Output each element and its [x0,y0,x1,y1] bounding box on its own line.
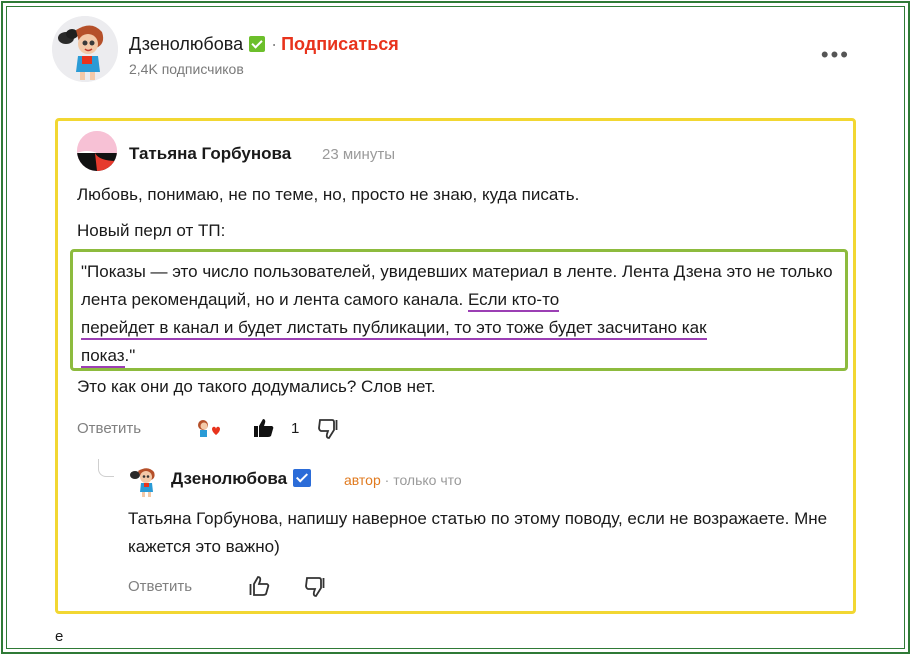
author-badge: автор [344,472,381,488]
reply-author[interactable]: Дзенолюбова [171,469,312,489]
comment-actions: Ответить 1 [77,417,377,441]
reply-timestamp: только что [393,472,462,488]
avatar-abstract-icon [77,131,117,171]
channel-name[interactable]: Дзенолюбова [129,34,243,54]
subscribe-button[interactable]: Подписаться [281,34,399,54]
verified-check-icon [249,36,266,52]
thumbs-down-icon[interactable] [304,576,326,598]
separator-dot: · [384,472,390,488]
reply-thread-connector [98,459,114,477]
commenter-avatar[interactable] [77,131,117,171]
separator-dot: · [271,34,278,54]
comment-text-line: Любовь, понимаю, не по теме, но, просто … [77,185,580,204]
reply-button[interactable]: Ответить [77,420,141,437]
subscriber-count: 2,4K подписчиков [129,61,244,77]
thumbs-up-icon[interactable] [248,575,270,597]
author-heart-reaction-icon [195,417,221,441]
stray-text: e [55,628,64,645]
quote-part: "Показы — это число пользователей, увиде… [81,262,833,309]
quote-text: "Показы — это число пользователей, увиде… [81,258,841,370]
quote-highlight: "Показы — это число пользователей, увиде… [70,249,848,371]
thumbs-up-filled-icon[interactable] [253,417,275,439]
thumbs-down-icon[interactable] [317,418,339,440]
comment-timestamp: 23 минуты [322,146,395,163]
quote-underlined: Если кто-то [467,290,560,312]
more-options-icon[interactable]: ••• [821,42,850,68]
quote-underlined: показ [81,346,125,368]
cartoon-girl-icon [130,468,155,497]
comment-author[interactable]: Татьяна Горбунова [129,144,291,164]
comment-text-line: Новый перл от ТП: [77,221,226,240]
reply-text: Татьяна Горбунова, напишу наверное стать… [128,509,828,556]
cartoon-girl-icon [52,16,118,82]
channel-avatar[interactable] [52,16,118,82]
verified-check-icon [293,469,312,487]
reply-author-name[interactable]: Дзенолюбова [171,469,287,488]
reply-button[interactable]: Ответить [128,578,192,595]
channel-header: Дзенолюбова · Подписаться 2,4K подписчиков… [52,16,852,88]
channel-title[interactable]: Дзенолюбова · Подписаться [129,34,399,55]
comment-card: Татьяна Горбунова 23 минуты Любовь, пони… [55,118,856,614]
quote-underlined: перейдет в канал и будет листать публика… [81,318,707,340]
like-count: 1 [291,420,300,437]
comment-text-line: Это как они до такого додумались? Слов н… [77,377,436,396]
reply-actions: Ответить [128,575,388,599]
reply-meta: автор · только что [344,472,462,488]
quote-part: ." [124,346,136,365]
reply-avatar[interactable] [128,463,162,497]
